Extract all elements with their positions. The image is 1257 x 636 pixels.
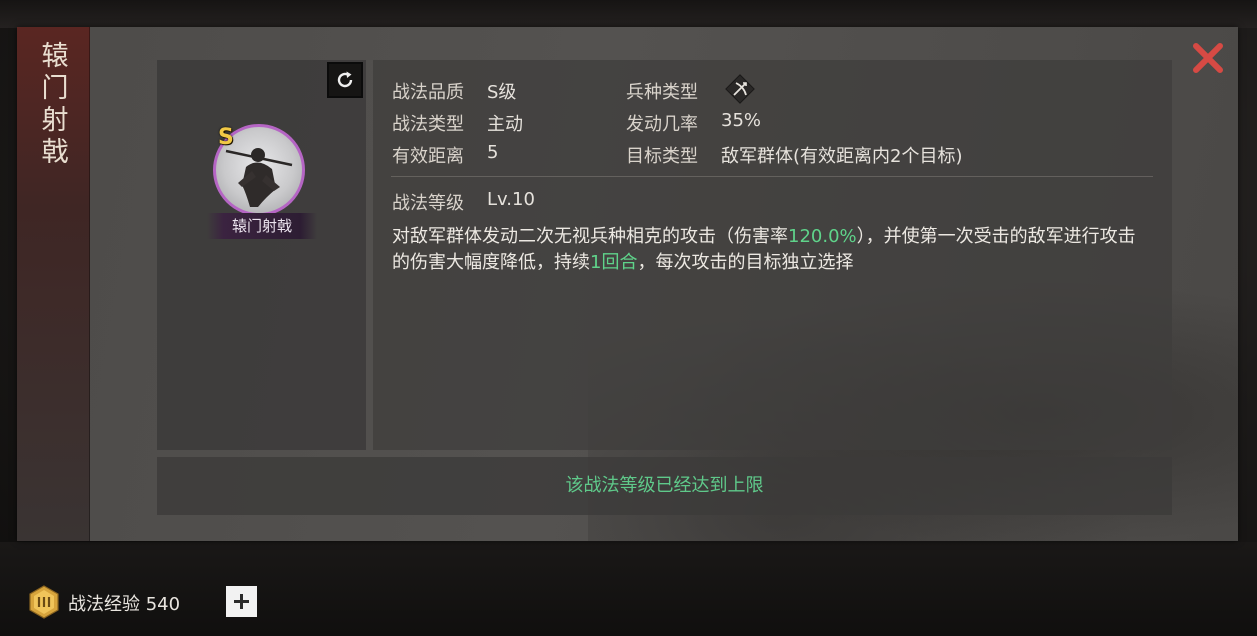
- background-bottom-bar: [0, 542, 1257, 636]
- skill-level-label: 战法等级: [392, 193, 464, 214]
- target-type-label: 目标类型: [626, 146, 698, 167]
- skill-exp-icon: [27, 585, 61, 619]
- trigger-rate-label: 发动几率: [626, 114, 698, 135]
- close-button[interactable]: [1190, 40, 1226, 76]
- add-exp-button[interactable]: [226, 586, 257, 617]
- skill-description: 对敌军群体发动二次无视兵种相克的攻击（伤害率120.0%），并使第一次受击的敌军…: [392, 224, 1152, 276]
- type-label: 战法类型: [392, 114, 464, 135]
- troop-type-label: 兵种类型: [626, 82, 698, 103]
- grade-badge: S: [218, 125, 234, 150]
- duration: 1回合: [590, 252, 638, 273]
- divider: [391, 176, 1153, 177]
- type-value: 主动: [487, 114, 523, 135]
- refresh-icon: [337, 71, 353, 88]
- trigger-rate-value: 35%: [721, 110, 762, 131]
- target-type-value: 敌军群体(有效距离内2个目标): [721, 146, 963, 167]
- max-level-notice: 该战法等级已经达到上限: [565, 475, 764, 496]
- damage-rate: 120.0%: [788, 226, 857, 247]
- skill-portrait-panel: [157, 60, 366, 450]
- level-notice-panel: 该战法等级已经达到上限: [157, 457, 1172, 515]
- skill-title-vertical: 辕门射戟: [41, 41, 69, 168]
- title-strip: 辕门射戟: [17, 27, 90, 541]
- background-top-bar: [0, 0, 1257, 28]
- description-text-1: 对敌军群体发动二次无视兵种相克的攻击（伤害率: [392, 226, 788, 247]
- skill-level-value: Lv.10: [487, 189, 535, 210]
- range-label: 有效距离: [392, 146, 464, 167]
- range-value: 5: [487, 142, 499, 163]
- skill-exp-label: 战法经验 540: [68, 594, 181, 615]
- description-text-3: ，每次攻击的目标独立选择: [637, 252, 854, 273]
- quality-label: 战法品质: [392, 82, 464, 103]
- quality-value: S级: [487, 82, 517, 103]
- close-icon: [1193, 43, 1223, 73]
- refresh-button[interactable]: [327, 62, 363, 98]
- skill-name-label: 辕门射戟: [207, 213, 317, 239]
- bow-icon: [724, 73, 756, 105]
